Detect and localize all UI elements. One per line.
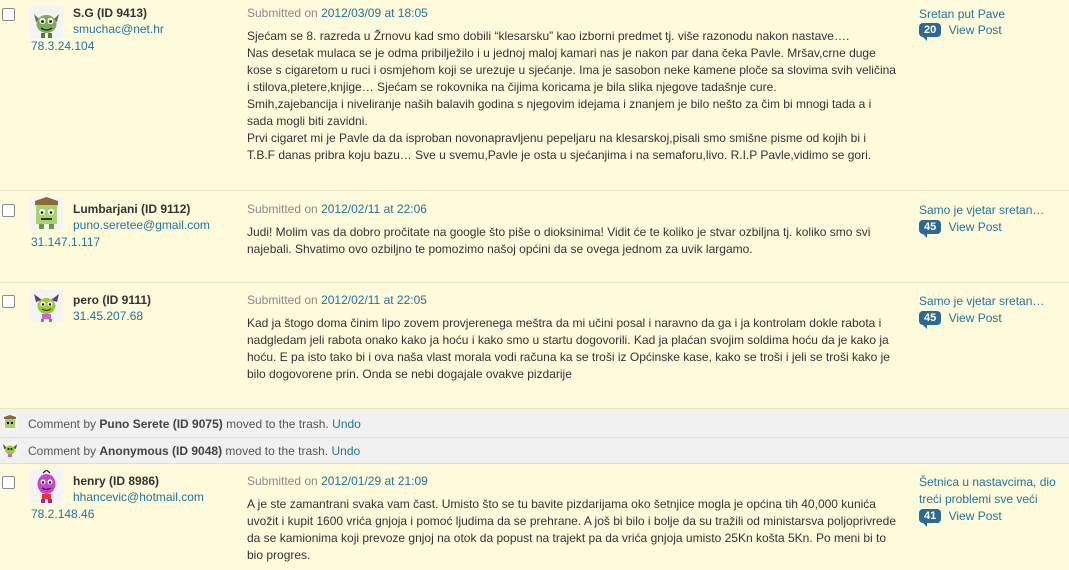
comment-submitted: Submitted on 2012/01/29 at 21:09 [247, 474, 428, 488]
comment-author-ip[interactable]: 31.147.1.117 [31, 235, 100, 249]
comment-row: henry (ID 8986) hhancevic@hotmail.com 78… [0, 464, 1069, 570]
comment-author-email[interactable]: smuchac@net.hr [73, 22, 164, 36]
response-post-meta: 45 View Post [919, 311, 1002, 329]
monster-avatar-icon [2, 415, 18, 431]
comment-author-email[interactable]: hhancevic@hotmail.com [73, 490, 204, 504]
comment-date-link[interactable]: 2012/01/29 at 21:09 [321, 474, 428, 488]
monster-avatar-icon [30, 470, 63, 503]
response-post-title[interactable]: Sretan put Pave [919, 6, 1067, 23]
trash-notice-text: Comment by Anonymous (ID 9048) moved to … [28, 444, 361, 458]
comment-count-badge[interactable]: 45 [919, 220, 942, 238]
monster-avatar-icon [30, 289, 63, 322]
view-post-link[interactable]: View Post [949, 220, 1002, 234]
view-post-link[interactable]: View Post [949, 23, 1002, 37]
comment-text: Kad ja štogo doma činim lipo zovem provj… [247, 316, 890, 381]
comment-date-link[interactable]: 2012/02/11 at 22:05 [321, 293, 427, 307]
comment-author: pero (ID 9111) [73, 293, 152, 307]
response-post-title[interactable]: Samo je vjetar sretan… [919, 293, 1067, 310]
monster-avatar-icon [30, 6, 63, 39]
response-post-meta: 45 View Post [919, 220, 1002, 238]
comment-checkbox[interactable] [2, 476, 15, 489]
comment-author-email[interactable]: puno.seretee@gmail.com [73, 218, 210, 232]
comment-checkbox[interactable] [2, 8, 15, 21]
comment-count-badge[interactable]: 41 [919, 509, 942, 527]
view-post-link[interactable]: View Post [949, 509, 1002, 523]
monster-avatar-icon [30, 197, 63, 230]
trash-notice: Comment by Anonymous (ID 9048) moved to … [0, 438, 1069, 464]
trash-notice-text: Comment by Puno Serete (ID 9075) moved t… [28, 417, 361, 431]
comment-author-ip[interactable]: 78.2.148.46 [31, 507, 94, 521]
trash-notice: Comment by Puno Serete (ID 9075) moved t… [0, 409, 1069, 438]
comment-checkbox[interactable] [2, 204, 15, 217]
response-post-meta: 41 View Post [919, 509, 1002, 527]
comment-date-link[interactable]: 2012/02/11 at 22:06 [321, 202, 427, 216]
view-post-link[interactable]: View Post [949, 311, 1002, 325]
comment-text: Judi! Molim vas da dobro pročitate na go… [247, 225, 871, 256]
comment-row: Lumbarjani (ID 9112) puno.seretee@gmail.… [0, 191, 1069, 283]
comment-count-badge[interactable]: 20 [919, 23, 942, 41]
comments-list: S.G (ID 9413) smuchac@net.hr 78.3.24.104… [0, 0, 1069, 570]
comment-row: S.G (ID 9413) smuchac@net.hr 78.3.24.104… [0, 0, 1069, 191]
comment-checkbox[interactable] [2, 295, 15, 308]
comment-author-ip[interactable]: 31.45.207.68 [73, 309, 143, 323]
comment-submitted: Submitted on 2012/02/11 at 22:06 [247, 202, 427, 216]
response-post-meta: 20 View Post [919, 23, 1002, 41]
comment-row: pero (ID 9111) 31.45.207.68 Submitted on… [0, 283, 1069, 409]
comment-submitted: Submitted on 2012/02/11 at 22:05 [247, 293, 427, 307]
response-post-title[interactable]: Samo je vjetar sretan… [919, 202, 1067, 219]
response-post-title[interactable]: Šetnica u nastavcima, dio treći problemi… [919, 474, 1067, 508]
comment-count-badge[interactable]: 45 [919, 311, 942, 329]
undo-link[interactable]: Undo [332, 444, 361, 458]
comment-submitted: Submitted on 2012/03/09 at 18:05 [247, 6, 428, 20]
comment-author: henry (ID 8986) [73, 474, 160, 488]
comment-text: Sjećam se 8. razreda u Žrnovu kad smo do… [247, 29, 896, 162]
comment-text: A je ste zamantrani svaka vam čast. Umis… [247, 497, 897, 562]
comment-author: Lumbarjani (ID 9112) [73, 202, 191, 216]
comment-author: S.G (ID 9413) [73, 6, 148, 20]
comment-date-link[interactable]: 2012/03/09 at 18:05 [321, 6, 428, 20]
undo-link[interactable]: Undo [332, 417, 361, 431]
comment-author-ip[interactable]: 78.3.24.104 [31, 39, 94, 53]
monster-avatar-icon [2, 442, 18, 458]
